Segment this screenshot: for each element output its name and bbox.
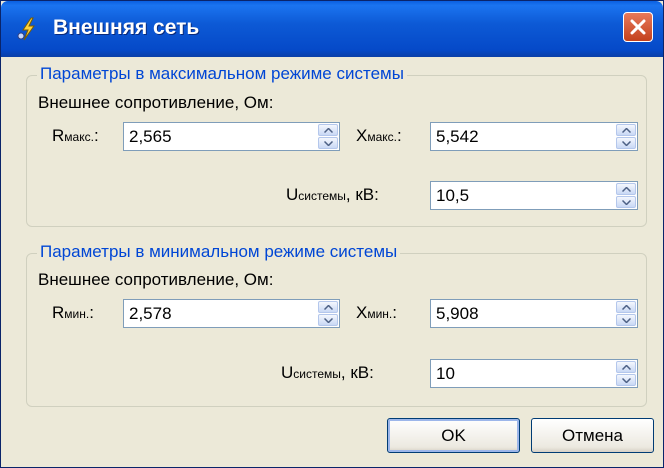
r-min-colon: : bbox=[89, 303, 94, 322]
x-max-field[interactable] bbox=[430, 122, 638, 151]
spin-up-icon bbox=[622, 128, 631, 133]
lightning-tool-icon bbox=[15, 16, 41, 42]
spin-up-icon bbox=[324, 128, 333, 133]
spin-up-button[interactable] bbox=[318, 124, 338, 136]
x-max-main: X bbox=[356, 126, 368, 145]
r-max-label: Rмакс.: bbox=[52, 126, 99, 146]
min-resistance-label: Внешнее сопротивление, Ом: bbox=[38, 270, 274, 289]
r-max-field[interactable] bbox=[123, 122, 340, 151]
u-max-label: Uсистемы, кВ: bbox=[286, 185, 379, 205]
spin-up-button[interactable] bbox=[318, 301, 338, 313]
x-min-spinner[interactable] bbox=[616, 301, 636, 326]
x-max-sub: макс. bbox=[367, 130, 397, 144]
u-max-input[interactable] bbox=[431, 182, 613, 209]
u-min-spinner[interactable] bbox=[616, 361, 636, 386]
u-max-main: U bbox=[286, 185, 299, 204]
u-max-spinner[interactable] bbox=[616, 183, 636, 208]
x-max-spinner[interactable] bbox=[616, 124, 636, 149]
spin-down-button[interactable] bbox=[616, 137, 636, 149]
max-mode-group: Параметры в максимальном режиме системы … bbox=[26, 64, 647, 227]
ok-button[interactable]: OK bbox=[387, 418, 520, 453]
r-max-input[interactable] bbox=[124, 123, 315, 150]
spin-up-icon bbox=[622, 187, 631, 192]
u-max-sub: системы bbox=[298, 189, 346, 203]
spin-down-icon bbox=[324, 141, 333, 146]
close-icon bbox=[630, 19, 646, 35]
x-max-colon: : bbox=[397, 126, 402, 145]
spin-up-icon bbox=[324, 305, 333, 310]
spin-down-icon bbox=[622, 378, 631, 383]
spin-up-button[interactable] bbox=[616, 301, 636, 313]
spin-down-icon bbox=[622, 141, 631, 146]
spin-down-button[interactable] bbox=[318, 137, 338, 149]
spin-up-icon bbox=[622, 365, 631, 370]
window-title: Внешняя сеть bbox=[53, 16, 200, 39]
dialog-body: Параметры в максимальном режиме системы … bbox=[5, 57, 659, 463]
u-max-tail: , кВ: bbox=[345, 185, 379, 204]
u-min-sub: системы bbox=[293, 367, 341, 381]
r-max-main: R bbox=[52, 126, 65, 145]
max-resistance-label: Внешнее сопротивление, Ом: bbox=[38, 93, 274, 112]
u-min-main: U bbox=[281, 363, 294, 382]
spin-down-icon bbox=[324, 318, 333, 323]
spin-down-icon bbox=[622, 200, 631, 205]
dialog-window: Внешняя сеть Параметры в максимальном ре… bbox=[0, 0, 664, 468]
x-min-sub: мин. bbox=[367, 307, 393, 321]
spin-up-icon bbox=[622, 305, 631, 310]
x-max-input[interactable] bbox=[431, 123, 613, 150]
title-bar[interactable]: Внешняя сеть bbox=[1, 1, 663, 57]
x-max-label: Xмакс.: bbox=[356, 126, 402, 146]
r-min-input[interactable] bbox=[124, 300, 315, 327]
r-min-field[interactable] bbox=[123, 299, 340, 328]
spin-up-button[interactable] bbox=[616, 183, 636, 195]
spin-up-button[interactable] bbox=[616, 124, 636, 136]
close-button[interactable] bbox=[623, 12, 653, 42]
spin-down-button[interactable] bbox=[318, 314, 338, 326]
x-min-main: X bbox=[356, 303, 368, 322]
r-min-sub: мин. bbox=[64, 307, 90, 321]
spin-down-icon bbox=[622, 318, 631, 323]
r-max-colon: : bbox=[93, 126, 99, 145]
spin-up-button[interactable] bbox=[616, 361, 636, 373]
r-max-sub: макс. bbox=[64, 130, 94, 144]
max-mode-legend: Параметры в максимальном режиме системы bbox=[37, 64, 407, 84]
r-min-main: R bbox=[52, 303, 65, 322]
x-min-label: Xмин.: bbox=[356, 303, 397, 323]
spin-down-button[interactable] bbox=[616, 196, 636, 208]
spin-down-button[interactable] bbox=[616, 374, 636, 386]
x-min-field[interactable] bbox=[430, 299, 638, 328]
u-min-input[interactable] bbox=[431, 360, 613, 387]
spin-down-button[interactable] bbox=[616, 314, 636, 326]
x-min-input[interactable] bbox=[431, 300, 613, 327]
r-max-spinner[interactable] bbox=[318, 124, 338, 149]
u-min-tail: , кВ: bbox=[340, 363, 374, 382]
u-min-label: Uсистемы, кВ: bbox=[281, 363, 374, 383]
min-mode-legend: Параметры в минимальном режиме системы bbox=[37, 242, 401, 262]
u-min-field[interactable] bbox=[430, 359, 638, 388]
cancel-button[interactable]: Отмена bbox=[531, 418, 654, 453]
r-min-label: Rмин.: bbox=[52, 303, 94, 323]
min-mode-group: Параметры в минимальном режиме системы В… bbox=[26, 242, 647, 407]
u-max-field[interactable] bbox=[430, 181, 638, 210]
r-min-spinner[interactable] bbox=[318, 301, 338, 326]
x-min-colon: : bbox=[392, 303, 397, 322]
